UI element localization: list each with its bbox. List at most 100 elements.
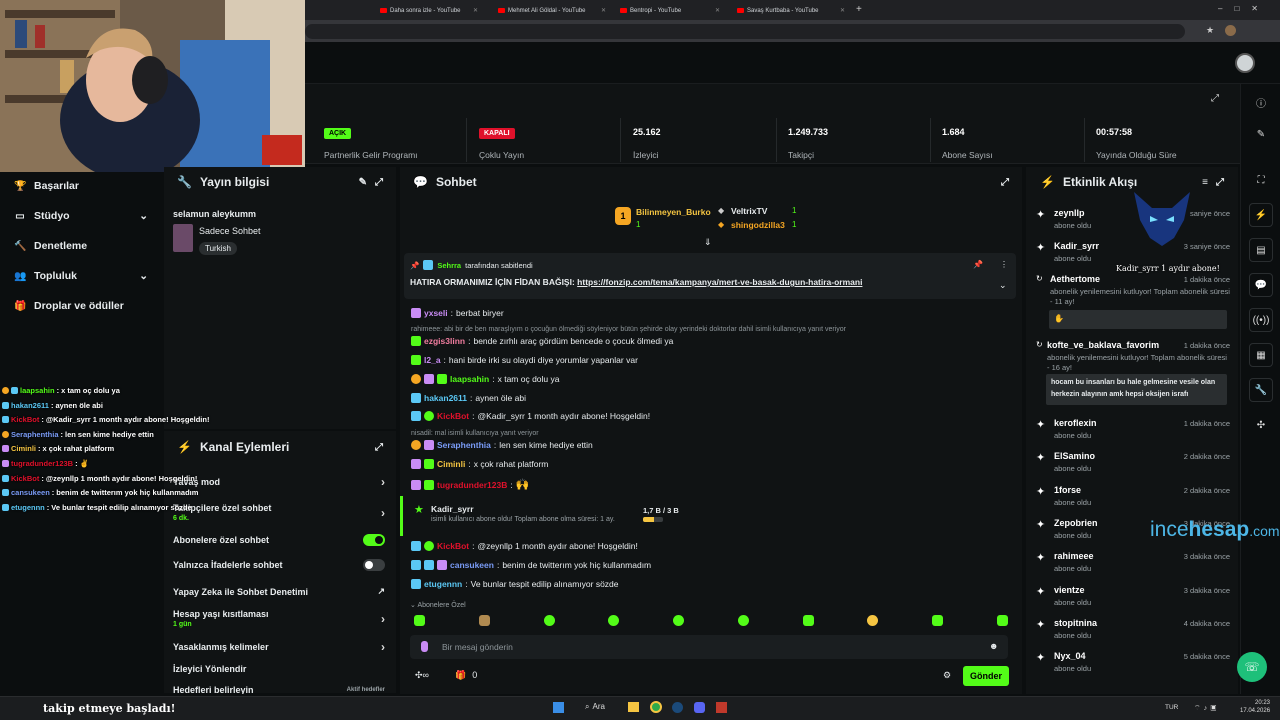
browser-tab[interactable]: Mehmet Ali Göldal - YouTube ✕ [492, 3, 612, 18]
popout-icon[interactable]: ⤢ [375, 177, 383, 188]
activity-event[interactable]: ↻ Aethertome 1 dakika önce abonelik yenilem… [1036, 274, 1230, 307]
wrench-icon: 🔧 [177, 175, 192, 189]
action-raid[interactable]: İzleyici Yönlendir [173, 664, 385, 674]
chevron-down-icon[interactable]: ⌄ [999, 280, 1007, 291]
edit-icon[interactable]: ✎ [359, 177, 367, 188]
browser-tab[interactable]: Daha sonra izle - YouTube ✕ [374, 3, 484, 18]
close-icon[interactable]: ✕ [601, 7, 606, 14]
unpin-icon[interactable]: 📌 [973, 260, 983, 269]
emote[interactable] [478, 615, 490, 626]
edit-icon[interactable]: ✎ [1249, 122, 1273, 146]
emote[interactable] [543, 615, 555, 626]
lightning-icon[interactable]: ⚡ [1249, 203, 1273, 227]
pinned-link[interactable]: https://fonzip.com/tema/kampanya/mert-ve… [577, 277, 862, 287]
activity-event[interactable]: ✦ ElSamino 2 dakika önce abone oldu [1036, 451, 1230, 473]
gifter-name[interactable]: Bilinmeyen_Burko [636, 207, 711, 217]
nav-item-community[interactable]: 👥 Topluluk ⌄ [14, 270, 148, 282]
emote[interactable] [996, 615, 1008, 626]
more-icon[interactable]: ⋮ [1000, 260, 1008, 269]
activity-event[interactable]: ✦ keroflexin 1 dakika önce abone oldu [1036, 418, 1230, 440]
action-banned-words[interactable]: Yasaklanmış kelimeler › [173, 640, 385, 654]
close-icon[interactable]: ✕ [840, 7, 845, 14]
new-tab-icon[interactable]: + [856, 4, 862, 15]
emoji-icon[interactable]: ☻ [989, 641, 998, 651]
emote[interactable] [608, 615, 620, 626]
emote[interactable] [737, 615, 749, 626]
action-followers-only[interactable]: Takipçilere özel sohbet 6 dk. › [173, 503, 385, 522]
collapse-icon[interactable]: ⇓ [704, 237, 712, 248]
sub-badge [424, 459, 434, 469]
emote-only-toggle[interactable] [363, 559, 385, 571]
window-controls[interactable]: –□✕ [1218, 4, 1270, 13]
star-icon: ✦ [1036, 209, 1046, 221]
wrench-icon[interactable]: 🔧 [1249, 378, 1273, 402]
settings-icon[interactable]: ⚙ [943, 670, 951, 681]
subscribers-only-toggle[interactable] [363, 534, 385, 546]
address-bar[interactable] [305, 24, 1185, 39]
activity-event[interactable]: ✦ vientze 3 dakika önce abone oldu [1036, 585, 1230, 607]
popout-icon[interactable]: ⤢ [1216, 177, 1224, 188]
nav-item-studio[interactable]: ▭ Stüdyo ⌄ [14, 210, 148, 222]
sub-event-user[interactable]: Kadir_syrr [431, 504, 474, 514]
points-icon[interactable]: ✣∞ [415, 670, 429, 681]
sub-badge [411, 393, 421, 403]
language-tag: Turkish [199, 240, 237, 255]
close-icon[interactable]: ✕ [473, 7, 478, 14]
activity-event[interactable]: ✦ Nyx_04 5 dakika önce abone oldu [1036, 651, 1230, 673]
activity-event[interactable]: ✦ rahimeee 3 dakika önce abone oldu [1036, 551, 1230, 573]
activity-event[interactable]: ↻ kofte_ve_baklava_favorim 1 dakika önce ab… [1036, 340, 1230, 373]
avatar[interactable] [1225, 25, 1236, 36]
gifter-count: 1 [636, 220, 641, 229]
chat-icon[interactable]: 💬 [1249, 273, 1273, 297]
popout-icon[interactable]: ⤢ [1211, 93, 1219, 104]
explorer-icon[interactable] [628, 702, 639, 712]
activity-event[interactable]: ✦ stopitnina 4 dakika önce abone oldu [1036, 618, 1230, 640]
gifter-name[interactable]: VeltrixTV [731, 206, 767, 216]
tray-icons[interactable]: ⌔♪▣ [1194, 704, 1220, 713]
action-slow-mode[interactable]: Yavaş mod › [173, 475, 385, 489]
browser-tab[interactable]: Bentropi - YouTube ✕ [614, 3, 726, 18]
emote[interactable] [802, 615, 814, 626]
filter-icon[interactable]: ≡ [1202, 177, 1208, 188]
steam-icon[interactable] [672, 702, 683, 713]
action-subscribers-only[interactable]: Abonelere özel sohbet [173, 534, 385, 546]
emote[interactable] [673, 615, 685, 626]
chrome-icon[interactable] [650, 701, 662, 713]
microphone-icon[interactable] [421, 641, 428, 652]
start-icon[interactable] [553, 702, 564, 713]
nav-item-achievements[interactable]: 🏆 Başarılar [14, 180, 79, 192]
apps-icon[interactable]: ✣ [1249, 413, 1273, 437]
action-account-age[interactable]: Hesap yaşı kısıtlaması 1 gün › [173, 609, 385, 628]
send-button[interactable]: Gönder [963, 666, 1009, 686]
gifter-name[interactable]: shingodzilla3 [731, 220, 785, 230]
emote[interactable] [414, 615, 425, 626]
action-goals[interactable]: Hedefleri belirleyin Aktif hedefler [173, 686, 385, 694]
profile-avatar[interactable] [1235, 53, 1255, 73]
emote[interactable] [932, 615, 944, 626]
discord-icon[interactable] [694, 702, 705, 713]
star-icon[interactable]: ★ [1206, 25, 1214, 36]
action-ai-moderation[interactable]: Yapay Zeka ile Sohbet Denetimi ↗ [173, 586, 385, 597]
popout-icon[interactable]: ⤢ [375, 442, 383, 453]
taskbar-search[interactable]: ⌕ Ara [585, 702, 605, 712]
progress-bar [643, 517, 663, 522]
app-icon[interactable] [716, 702, 727, 713]
document-icon[interactable]: ▤ [1249, 238, 1273, 262]
language-indicator[interactable]: TUR [1165, 704, 1178, 711]
support-chat-button[interactable]: ☏ [1237, 652, 1267, 682]
browser-tab[interactable]: Savaş Kurtbaba - YouTube ✕ [731, 3, 851, 18]
close-icon[interactable]: ✕ [715, 7, 720, 14]
clock[interactable]: 20:23 17.04.2026 [1240, 699, 1270, 715]
chat-icon: 💬 [413, 175, 428, 189]
action-emote-only[interactable]: Yalnızca İfadelerle sohbet [173, 559, 385, 571]
broadcast-icon[interactable]: ((•)) [1249, 308, 1273, 332]
fullscreen-icon[interactable]: ⛶ [1249, 168, 1273, 192]
emote[interactable] [867, 615, 879, 626]
nav-item-drops[interactable]: 🎁 Droplar ve ödüller [14, 300, 124, 312]
info-icon[interactable]: ⓘ [1249, 90, 1273, 114]
layout-icon[interactable]: ▦ [1249, 343, 1273, 367]
popout-icon[interactable]: ⤢ [1001, 177, 1009, 188]
activity-event[interactable]: ✦ 1forse 2 dakika önce abone oldu [1036, 485, 1230, 507]
gift-counter[interactable]: 🎁 0 [455, 670, 477, 681]
nav-item-moderation[interactable]: 🔨 Denetleme [14, 240, 87, 252]
